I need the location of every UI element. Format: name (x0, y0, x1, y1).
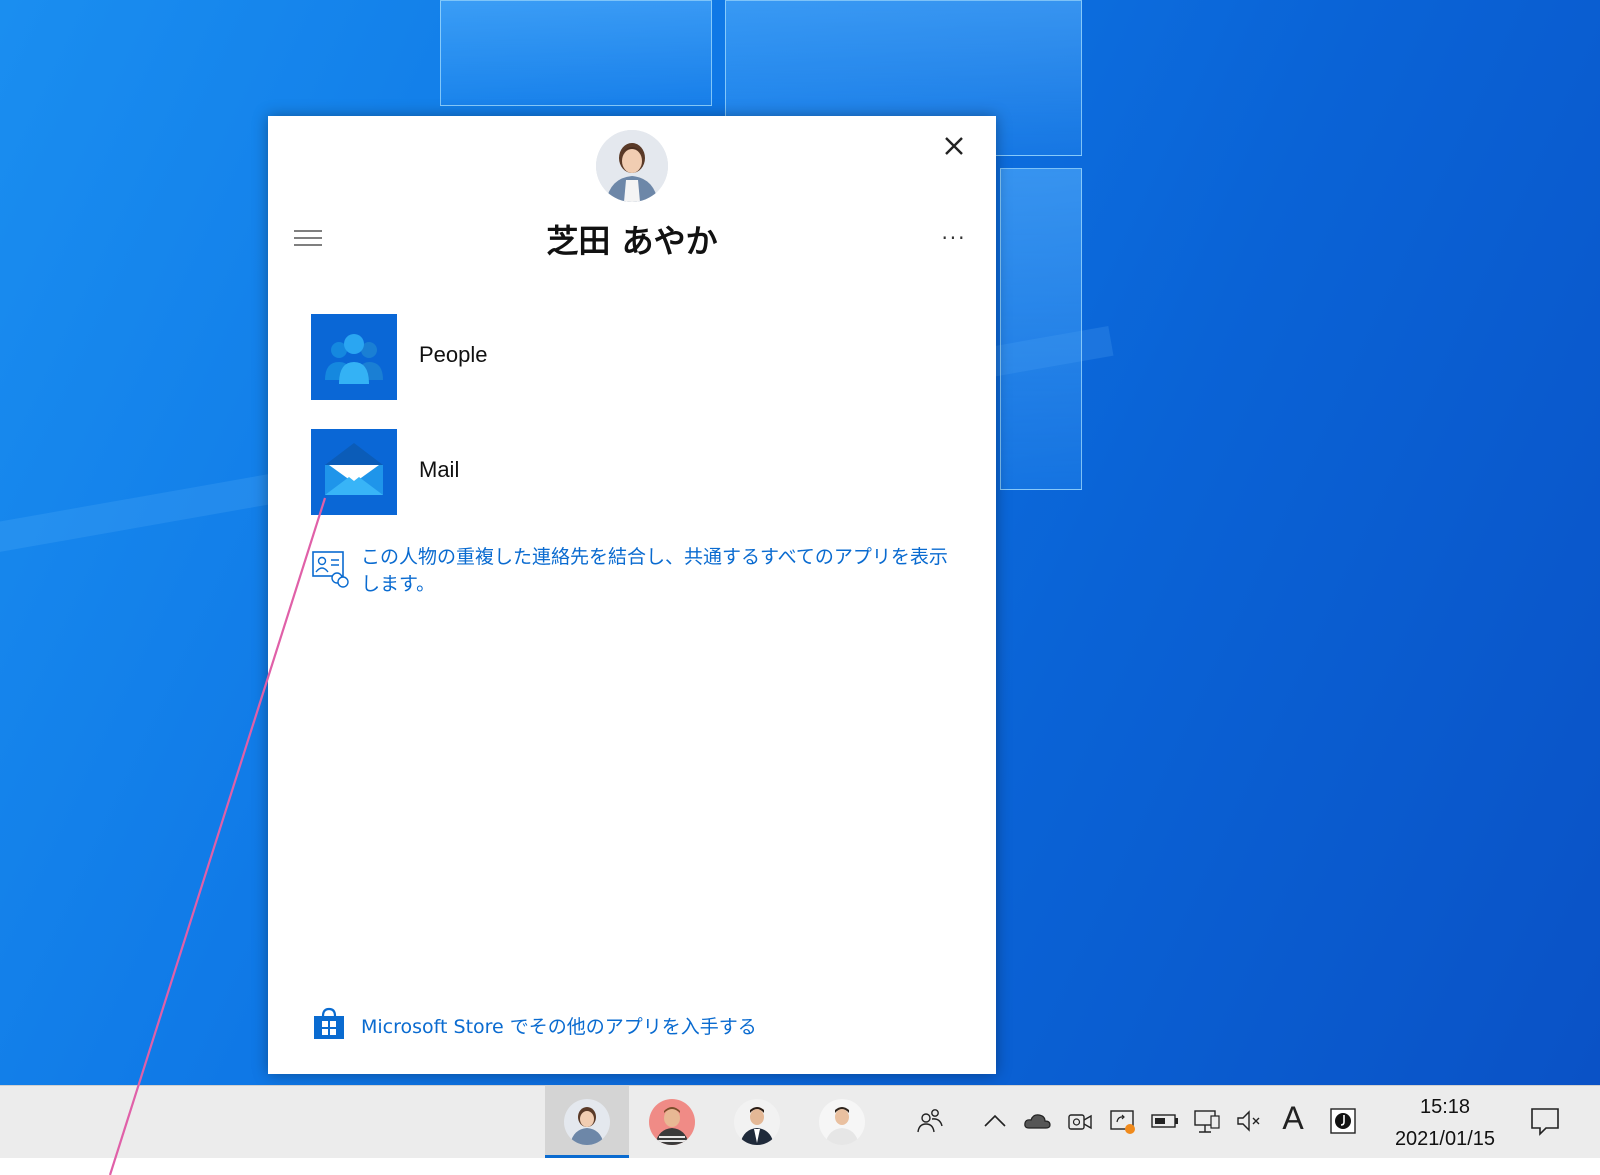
people-app-icon (325, 334, 383, 384)
taskbar-pinned-contact-2[interactable] (630, 1086, 714, 1158)
cloud-icon (1024, 1114, 1051, 1129)
close-button[interactable] (936, 128, 972, 164)
pinned-contact-avatar-icon (649, 1099, 695, 1145)
pinned-contact-avatar-icon (734, 1099, 780, 1145)
taskbar-pinned-contact-1[interactable] (545, 1086, 629, 1158)
windows-logo-pane (440, 0, 712, 106)
more-options-icon: ··· (941, 226, 967, 250)
close-icon (945, 137, 963, 155)
taskbar: A 15:18 2021/01/15 (0, 1085, 1600, 1158)
people-taskbar-icon (917, 1109, 943, 1133)
contact-avatar (596, 130, 668, 202)
clock-time: 15:18 (1419, 1096, 1471, 1118)
volume-muted-icon (1237, 1110, 1260, 1132)
people-taskbar-button[interactable] (915, 1106, 945, 1136)
screen-share-tray-button[interactable] (1108, 1106, 1138, 1136)
ime-mode-label: A (1282, 1100, 1304, 1136)
mail-app-icon (325, 443, 383, 495)
network-tray-button[interactable] (1192, 1106, 1222, 1136)
app-item-label: People (419, 342, 488, 367)
show-hidden-icons-button[interactable] (980, 1106, 1010, 1136)
app-item-label: Mail (419, 457, 460, 482)
chevron-up-icon (984, 1114, 1006, 1127)
pinned-contact-avatar-icon (819, 1099, 865, 1145)
screen-update-icon (1110, 1110, 1135, 1134)
ime-options-button[interactable] (1328, 1106, 1358, 1136)
people-app-tile (311, 314, 397, 400)
store-bag-icon (314, 1007, 344, 1039)
action-center-button[interactable] (1528, 1104, 1562, 1138)
battery-tray-button[interactable] (1150, 1106, 1180, 1136)
app-item-people[interactable]: People (311, 314, 951, 400)
battery-icon (1151, 1114, 1178, 1128)
contact-name: 芝田 あやか (546, 222, 718, 260)
contact-card-link-icon (312, 551, 349, 588)
ime-options-icon (1330, 1108, 1356, 1134)
onedrive-tray-button[interactable] (1022, 1106, 1052, 1136)
windows-logo-pane (1000, 168, 1082, 490)
clock-date: 2021/01/15 (1394, 1128, 1496, 1150)
person-photo-icon (596, 130, 668, 202)
app-item-mail[interactable]: Mail (311, 429, 951, 515)
microsoft-store-link-text: Microsoft Store でその他のアプリを入手する (361, 1016, 757, 1038)
meet-now-tray-button[interactable] (1065, 1106, 1095, 1136)
network-icon (1194, 1110, 1220, 1133)
taskbar-pinned-contact-4[interactable] (800, 1086, 884, 1158)
pinned-contact-avatar-icon (564, 1099, 610, 1145)
video-camera-icon (1068, 1114, 1092, 1130)
volume-tray-button[interactable] (1234, 1106, 1264, 1136)
microsoft-store-link[interactable]: Microsoft Store でその他のアプリを入手する (311, 1006, 951, 1042)
mail-app-tile (311, 429, 397, 515)
more-options-button[interactable]: ··· (934, 220, 974, 256)
ime-mode-button[interactable]: A (1278, 1100, 1308, 1140)
merge-contacts-text: この人物の重複した連絡先を結合し、共通するすべてのアプリを表示します。 (361, 546, 948, 595)
people-contact-popup: 芝田 あやか ··· People Mail この人物の重複した連絡先を結合し、… (268, 116, 996, 1074)
taskbar-pinned-contact-3[interactable] (715, 1086, 799, 1158)
notification-icon (1531, 1108, 1559, 1136)
